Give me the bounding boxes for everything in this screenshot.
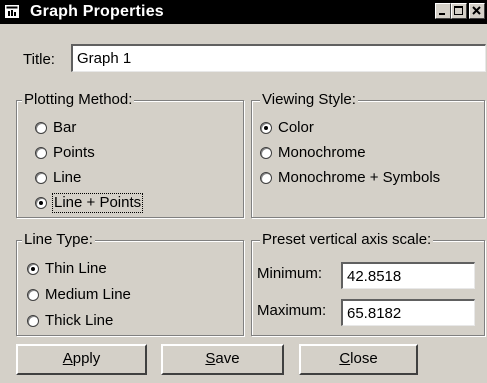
radio-bar-label: Bar [53,119,77,136]
maximum-label: Maximum: [257,302,327,319]
radio-button-icon [27,289,39,301]
minimum-input[interactable] [341,262,475,289]
radio-button-icon [260,147,272,159]
graph-properties-dialog: Graph Properties Title: Plotting Method:… [0,0,487,383]
save-button[interactable]: Save [161,344,284,375]
minimum-label: Minimum: [257,265,323,282]
apply-label-post: pply [72,350,101,367]
title-input[interactable] [71,44,486,72]
line-type-legend: Line Type: [22,231,95,249]
viewing-style-group: Viewing Style: Color Monochrome Monochro… [251,91,485,218]
radio-thick-line-label: Thick Line [45,312,114,329]
axis-scale-group: Preset vertical axis scale: Minimum: Max… [251,231,485,336]
radio-monochrome-symbols-label: Monochrome + Symbols [278,169,441,186]
radio-color-label: Color [278,119,314,136]
radio-line-points-label: Line + Points [51,193,144,213]
close-accelerator: C [339,350,351,367]
apply-button[interactable]: Apply [16,344,147,375]
radio-monochrome-label: Monochrome [278,144,366,161]
radio-button-icon [260,172,272,184]
radio-line-label: Line [53,169,82,186]
close-button[interactable]: Close [299,344,418,375]
close-window-button[interactable] [469,3,485,19]
line-type-group: Line Type: Thin Line Medium Line Thick L… [16,231,244,336]
radio-medium-line-label: Medium Line [45,286,131,303]
close-icon [472,6,481,15]
radio-thin-line-label: Thin Line [45,260,107,277]
apply-accelerator: A [62,350,73,367]
radio-button-selected-icon [35,197,47,209]
viewing-style-legend: Viewing Style: [260,91,358,109]
radio-button-selected-icon [27,263,39,275]
axis-scale-legend: Preset vertical axis scale: [260,231,434,249]
window-title: Graph Properties [30,3,164,20]
app-icon[interactable] [5,5,19,18]
radio-button-icon [35,172,47,184]
radio-button-icon [35,147,47,159]
save-accelerator: S [205,350,216,367]
radio-points-label: Points [53,144,95,161]
plotting-method-group: Plotting Method: Bar Points Line Line + … [16,91,244,218]
maximum-input[interactable] [341,299,475,326]
radio-button-selected-icon [260,122,272,134]
minimize-button[interactable] [435,3,451,19]
title-label: Title: [23,51,55,68]
minimize-icon [439,13,445,15]
maximize-icon [454,6,463,15]
plotting-method-legend: Plotting Method: [22,91,135,109]
save-label-post: ave [215,350,240,367]
radio-button-icon [35,122,47,134]
close-label-post: lose [350,350,378,367]
maximize-button[interactable] [451,3,467,19]
radio-button-icon [27,315,39,327]
title-bar[interactable]: Graph Properties [0,0,487,24]
